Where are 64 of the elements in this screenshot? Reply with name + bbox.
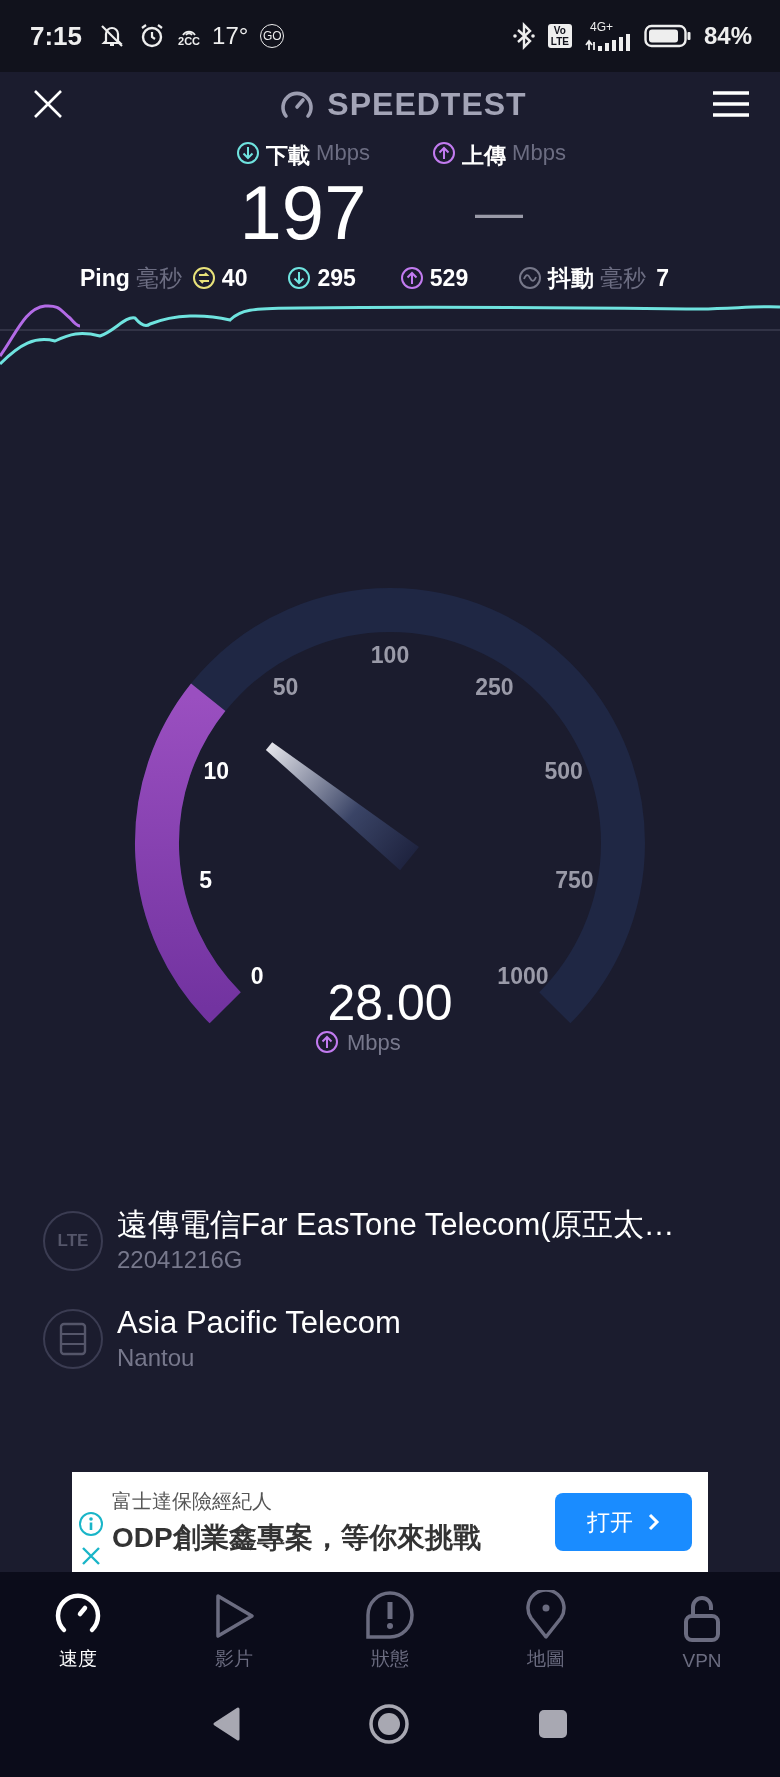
temperature: 17° bbox=[212, 22, 249, 50]
download-label: 下載 bbox=[266, 142, 311, 170]
download-latency: 295 bbox=[317, 264, 356, 292]
gauge-tick-label: 1000 bbox=[497, 962, 549, 989]
download-icon bbox=[287, 266, 312, 290]
wave-icon bbox=[518, 266, 543, 290]
speed-unit: Mbps bbox=[347, 1029, 401, 1055]
hotspot-label: 2CC bbox=[178, 36, 201, 47]
gauge-tick-label: 10 bbox=[203, 758, 230, 785]
download-icon bbox=[236, 141, 261, 165]
nav-tab[interactable]: 狀態 bbox=[312, 1572, 468, 1684]
battery-icon bbox=[643, 24, 692, 48]
nav-tab[interactable]: 地圖 bbox=[468, 1572, 624, 1684]
back-button[interactable] bbox=[212, 1707, 240, 1741]
jitter-unit: 毫秒 bbox=[600, 263, 647, 293]
gauge-tick-label: 250 bbox=[475, 673, 514, 700]
gauge-tick-label: 5 bbox=[199, 866, 212, 893]
gauge-tick-label: 50 bbox=[272, 673, 299, 700]
advertiser-name: 富士達保險經紀人 bbox=[112, 1488, 273, 1514]
upload-label: 上傳 bbox=[462, 142, 507, 170]
upload-icon bbox=[399, 266, 424, 290]
battery-percent: 84% bbox=[703, 22, 752, 50]
download-speed: 197 bbox=[239, 170, 367, 256]
home-button[interactable] bbox=[368, 1703, 410, 1745]
jitter-label: 抖動 bbox=[548, 263, 595, 293]
ping-value: 40 bbox=[221, 264, 248, 292]
signal-icon bbox=[583, 33, 632, 51]
app-title: SPEEDTEST bbox=[327, 85, 527, 123]
ping-unit: 毫秒 bbox=[135, 263, 182, 293]
speed-reading: 28.00 bbox=[327, 975, 453, 1031]
lte-icon: LTE bbox=[43, 1211, 103, 1271]
network-type: 4G+ bbox=[589, 21, 613, 33]
upload-latency: 529 bbox=[429, 264, 469, 292]
nav-tab[interactable]: VPN bbox=[624, 1572, 780, 1684]
gauge-tick-label: 0 bbox=[250, 962, 264, 989]
open-button[interactable]: 打开 bbox=[555, 1493, 692, 1551]
nav-tab[interactable]: 影片 bbox=[156, 1572, 312, 1684]
upload-unit: Mbps bbox=[512, 140, 566, 166]
ping-label: Ping bbox=[80, 264, 130, 292]
map-pin-icon bbox=[525, 1590, 567, 1640]
server-detail: 22041216G bbox=[117, 1245, 244, 1275]
server-name: 遠傳電信Far EasTone Telecom(原亞太… bbox=[117, 1206, 675, 1244]
upload-icon bbox=[316, 1031, 338, 1053]
upload-speed: — bbox=[475, 185, 523, 241]
ad-headline: ODP創業鑫專案，等你來挑戰 bbox=[112, 1520, 482, 1555]
bluetooth-icon bbox=[511, 22, 536, 50]
gauge-tick-label: 750 bbox=[555, 866, 594, 893]
clock-time: 7:15 bbox=[30, 20, 83, 52]
jitter-value: 7 bbox=[656, 264, 669, 292]
ping-icon bbox=[191, 266, 216, 290]
upload-icon bbox=[432, 141, 457, 165]
alert-bubble-icon bbox=[365, 1590, 415, 1640]
server-detail: Nantou bbox=[117, 1343, 196, 1373]
recents-button[interactable] bbox=[538, 1709, 568, 1739]
unlocked-padlock-icon bbox=[682, 1594, 722, 1644]
download-unit: Mbps bbox=[316, 140, 370, 166]
chevron-icon bbox=[646, 1512, 661, 1532]
nav-tab[interactable]: 速度 bbox=[0, 1572, 156, 1684]
gauge-tick-label: 500 bbox=[544, 758, 583, 785]
volte-badge: Vo LTE bbox=[547, 24, 572, 48]
ad-banner[interactable]: 富士達保險經紀人 ODP創業鑫專案，等你來挑戰 打开 bbox=[72, 1472, 708, 1572]
gauge-tick-label: 100 bbox=[370, 642, 410, 668]
server-icon bbox=[43, 1309, 103, 1369]
server-name: Asia Pacific Telecom bbox=[117, 1304, 401, 1342]
